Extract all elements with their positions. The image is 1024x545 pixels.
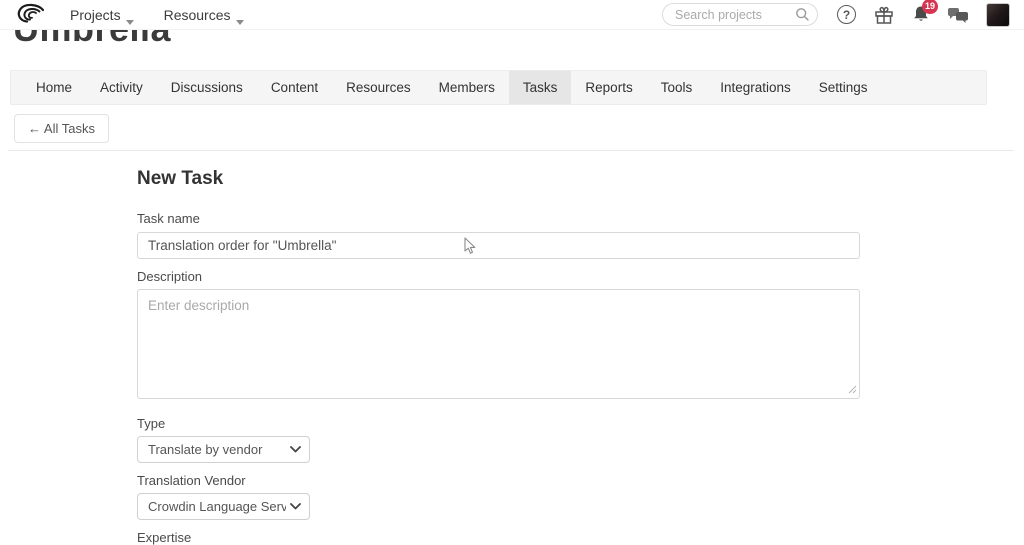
nav-projects-label: Projects	[70, 6, 121, 23]
tab-reports[interactable]: Reports	[571, 71, 646, 104]
description-label: Description	[137, 269, 203, 284]
tab-discussions[interactable]: Discussions	[157, 71, 257, 104]
chevron-down-icon	[235, 12, 244, 25]
chevron-down-icon	[125, 12, 134, 25]
translation-vendor-select-value: Crowdin Language Service	[148, 499, 286, 514]
form-title: New Task	[137, 168, 224, 189]
tab-tools[interactable]: Tools	[647, 71, 707, 104]
search-wrap	[662, 3, 818, 26]
top-header: Projects Resources ?	[0, 0, 1024, 30]
tab-content[interactable]: Content	[257, 71, 332, 104]
notifications-bell[interactable]: 19	[912, 0, 938, 24]
resize-handle-icon[interactable]	[847, 381, 857, 399]
search-icon	[795, 7, 810, 27]
help-icon[interactable]: ?	[837, 5, 856, 24]
nav-resources-label: Resources	[163, 6, 231, 23]
expertise-label: Expertise	[137, 530, 192, 545]
type-label: Type	[137, 416, 166, 431]
project-tabbar: Home Activity Discussions Content Resour…	[10, 70, 987, 105]
translation-vendor-select[interactable]: Crowdin Language Service	[137, 493, 310, 520]
top-nav: Projects Resources	[70, 6, 244, 25]
all-tasks-back-button[interactable]: ← All Tasks	[14, 114, 109, 143]
chevron-down-icon	[290, 503, 301, 510]
header-actions: ? 19	[662, 0, 1010, 27]
type-select-value: Translate by vendor	[148, 442, 263, 457]
type-select[interactable]: Translate by vendor	[137, 436, 310, 463]
translation-vendor-label: Translation Vendor	[137, 473, 246, 488]
tab-integrations[interactable]: Integrations	[706, 71, 805, 104]
task-name-label: Task name	[137, 211, 200, 226]
nav-projects[interactable]: Projects	[70, 6, 134, 25]
notification-badge: 19	[921, 0, 938, 14]
tab-settings[interactable]: Settings	[805, 71, 882, 104]
chevron-down-icon	[290, 446, 301, 453]
user-avatar[interactable]	[986, 2, 1010, 27]
new-task-form: New Task Task name Description Type Tran…	[137, 151, 860, 545]
description-textarea[interactable]	[137, 289, 860, 399]
tab-home[interactable]: Home	[22, 71, 86, 104]
messages-icon[interactable]	[947, 6, 969, 24]
task-name-input[interactable]	[137, 232, 860, 259]
nav-resources[interactable]: Resources	[163, 6, 244, 25]
tab-tasks[interactable]: Tasks	[508, 71, 572, 104]
crowdin-logo-icon[interactable]	[14, 3, 46, 27]
description-wrap	[137, 289, 860, 404]
tab-resources[interactable]: Resources	[332, 71, 425, 104]
tab-members[interactable]: Members	[425, 71, 509, 104]
gift-icon[interactable]	[873, 4, 895, 25]
tab-activity[interactable]: Activity	[86, 71, 157, 104]
